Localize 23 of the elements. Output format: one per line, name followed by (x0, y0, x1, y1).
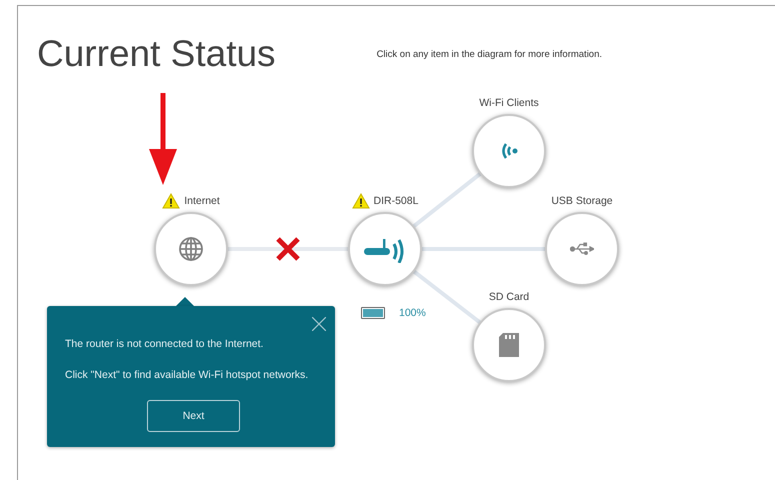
diagram-node[interactable] (348, 212, 422, 286)
node-label: Wi-Fi Clients (479, 97, 539, 109)
popup-message: Click "Next" to find available Wi-Fi hotspot networks. (65, 369, 310, 382)
battery-reading: 100% (399, 307, 426, 319)
close-icon[interactable] (311, 316, 327, 332)
sd-card-icon (499, 333, 519, 357)
popup-message: The router is not connected to the Internet. (65, 338, 264, 351)
pointer-arrow-icon (149, 93, 177, 185)
node-label: Internet (184, 195, 220, 207)
battery-icon (361, 307, 385, 319)
diagram-node[interactable] (154, 212, 228, 286)
node-label: USB Storage (551, 195, 613, 207)
node-label: SD Card (488, 291, 530, 303)
node-label: DIR-508L (374, 195, 418, 207)
disconnected-icon (276, 236, 300, 262)
diagram-node[interactable] (472, 308, 546, 382)
next-button[interactable]: Next (147, 400, 240, 432)
diagram-node[interactable] (472, 114, 546, 188)
usb-icon (570, 242, 594, 256)
diagram-node[interactable] (545, 212, 619, 286)
hint-text: Click on any item in the diagram for more information. (376, 49, 602, 60)
globe-icon (178, 236, 204, 262)
page-title: Current Status (37, 34, 276, 75)
